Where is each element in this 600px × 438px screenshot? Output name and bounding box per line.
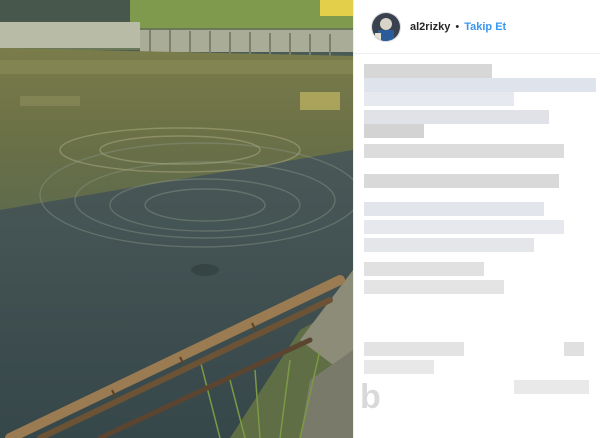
caption-line xyxy=(564,342,584,356)
post-sidebar: al2rizky • Takip Et b xyxy=(353,0,600,438)
caption-line xyxy=(364,360,434,374)
pond-photo xyxy=(0,0,353,438)
caption-line xyxy=(364,78,596,92)
caption-line xyxy=(364,144,564,158)
caption-line xyxy=(364,220,564,234)
caption-line xyxy=(514,380,589,394)
username-link[interactable]: al2rizky xyxy=(410,21,450,33)
caption-line xyxy=(364,64,492,78)
post-header: al2rizky • Takip Et xyxy=(354,0,600,54)
caption-line xyxy=(364,110,549,124)
follow-button[interactable]: Takip Et xyxy=(464,21,506,33)
caption-line xyxy=(364,342,464,356)
pixelated-caption: b xyxy=(360,60,596,438)
avatar-image xyxy=(372,12,400,41)
caption-line xyxy=(364,238,534,252)
caption-line xyxy=(364,124,424,138)
instagram-post: al2rizky • Takip Et b xyxy=(0,0,600,438)
user-avatar[interactable] xyxy=(371,11,401,42)
caption-line xyxy=(364,202,544,216)
post-media[interactable] xyxy=(0,0,353,438)
caption-line xyxy=(364,280,504,294)
separator-dot: • xyxy=(455,20,460,33)
caption-line xyxy=(364,262,484,276)
caption-line xyxy=(364,92,514,106)
caption-line xyxy=(364,174,559,188)
watermark-letter: b xyxy=(360,378,381,416)
